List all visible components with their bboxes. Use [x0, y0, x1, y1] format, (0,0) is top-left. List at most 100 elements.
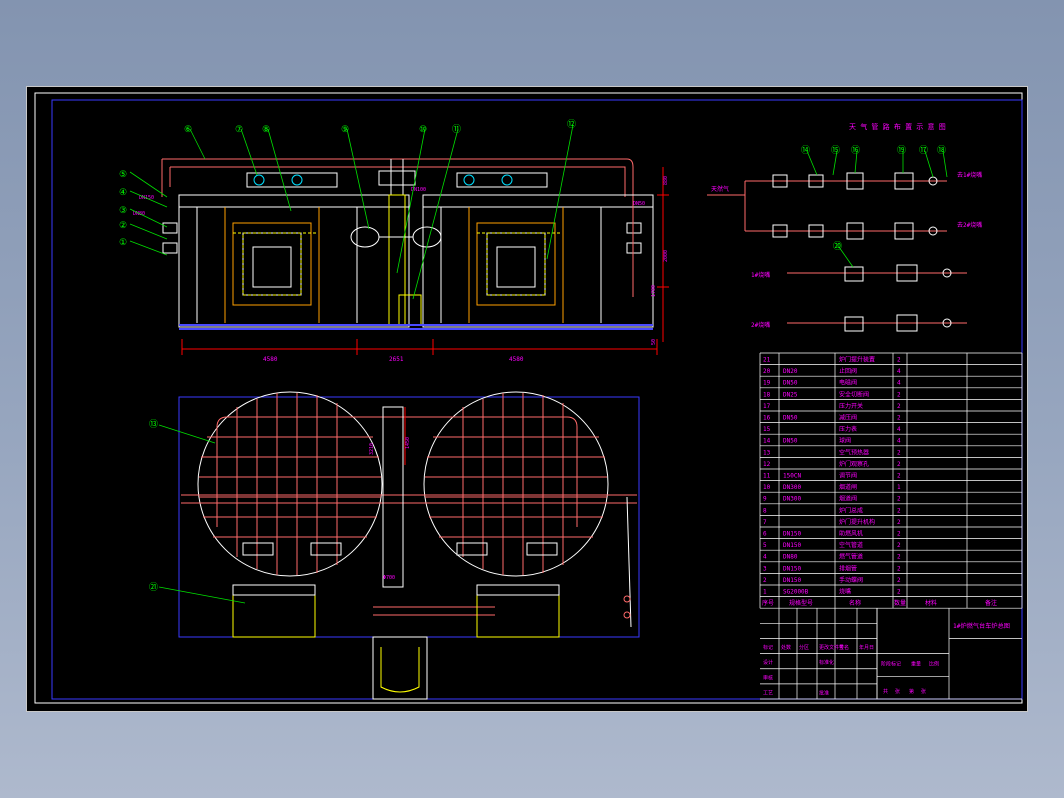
bom-cell-name: 烟道闸 [839, 483, 857, 491]
bom-cell-qty: 2 [897, 589, 901, 596]
callout-8: ⑧ [262, 125, 270, 135]
callout-7: ⑦ [235, 125, 243, 135]
callout-12: ⑫ [567, 119, 576, 130]
bom-header-no: 序号 [762, 599, 774, 607]
bom-cell-qty: 2 [897, 461, 901, 468]
gas-schematic [707, 172, 967, 332]
bom-cell-name: 压力表 [839, 425, 857, 433]
bom-cell-qty: 4 [897, 438, 901, 445]
bom-cell-spec: DN300 [783, 484, 801, 491]
bom-cell-qty: 4 [897, 426, 901, 433]
bom-cell-name: 助燃风机 [839, 530, 863, 538]
bom-cell-name: 止回阀 [839, 367, 857, 375]
callout-13: ⑬ [149, 419, 158, 430]
dim-height-base: 50 [651, 339, 657, 345]
bom-cell-qty: 2 [897, 507, 901, 514]
bom-cell-no: 12 [763, 461, 771, 468]
label-natural-gas: 天然气 [711, 185, 729, 193]
callout-4: ④ [119, 188, 127, 198]
bom-cell-name: 排烟管 [839, 564, 857, 572]
bom-header-qty: 数量 [894, 599, 906, 607]
bom-cell-spec: DN50 [783, 415, 798, 422]
bom-cell-qty: 2 [897, 449, 901, 456]
bom-cell-no: 11 [763, 473, 771, 480]
bom-header-name: 名称 [849, 599, 861, 607]
elevation-callouts: ⑥ ⑦ ⑧ ⑨ ⑩ ⑪ ⑫ ⑤ ④ ③ ② ① [119, 119, 576, 248]
bom-cell-spec: DN80 [783, 554, 798, 561]
callout-21: ㉑ [149, 582, 158, 593]
bom-cell-no: 18 [763, 391, 771, 398]
bom-cell-qty: 2 [897, 554, 901, 561]
bom-cell-name: 炉门观察孔 [839, 460, 869, 468]
bom-cell-name: 减压阀 [839, 414, 857, 422]
callout-19: ⑲ [897, 145, 906, 156]
tb-label-stage: 阶段标记 [881, 661, 901, 668]
bom-cell-qty: 2 [897, 519, 901, 526]
bom-cell-qty: 2 [897, 565, 901, 572]
tb-label-design: 设计 [763, 659, 773, 666]
bom-cell-qty: 2 [897, 403, 901, 410]
schematic-title: 天 气 管 路 布 置 示 意 图 [849, 122, 946, 131]
dim-plan-1: 1450 [405, 437, 411, 449]
bom-cell-name: 燃气管道 [839, 553, 863, 561]
bom-cell-no: 2 [763, 577, 767, 584]
callout-10: ⑩ [419, 125, 427, 135]
tb-label-mark: 标记 [763, 644, 773, 651]
bom-cell-qty: 1 [897, 484, 901, 491]
bom-cell-qty: 2 [897, 542, 901, 549]
bom-cell-name: 安全切断阀 [839, 390, 869, 398]
plan-leaders [158, 424, 246, 604]
bom-cell-no: 4 [763, 554, 767, 561]
bom-cell-qty: 2 [897, 531, 901, 538]
elevation-leaders [129, 124, 574, 300]
bom-cell-no: 15 [763, 426, 771, 433]
bom-cell-no: 5 [763, 542, 767, 549]
callout-2: ② [119, 221, 127, 231]
bom-cell-no: 13 [763, 449, 771, 456]
dim-width-mid: 2651 [389, 356, 404, 363]
tb-label-scale: 比例 [929, 661, 939, 668]
bom-cell-spec: DN20 [783, 368, 798, 375]
bom-cell-spec: DN300 [783, 496, 801, 503]
callout-15: ⑮ [831, 145, 840, 156]
tb-label-standard: 标准化 [819, 659, 834, 666]
dim-width-left: 4580 [263, 356, 278, 363]
drawing-sheet: 4580 2651 4580 880 2000 1700 50 DN150 DN… [26, 86, 1028, 712]
bom-cell-spec: DN50 [783, 438, 798, 445]
tb-label-approve: 批准 [819, 689, 829, 696]
bom-cell-qty: 4 [897, 368, 901, 375]
bom-cell-no: 16 [763, 415, 771, 422]
callout-16: ⑯ [851, 145, 860, 156]
callout-17: ⑰ [919, 145, 928, 156]
bom-cell-name: 调节阀 [839, 472, 857, 480]
bom-cell-no: 20 [763, 368, 771, 375]
bom-cell-spec: DN25 [783, 391, 798, 398]
bom-cell-no: 14 [763, 438, 771, 445]
bom-cell-name: 烧嘴 [839, 588, 851, 596]
bom-cell-spec: DN50 [783, 380, 798, 387]
tb-label-sign: 签名 [839, 644, 849, 651]
callout-5: ⑤ [119, 170, 127, 180]
tb-label-sheets-2: 张 [921, 688, 926, 695]
bom-header-material: 材料 [925, 599, 937, 607]
bom-cell-spec: DN150 [783, 577, 801, 584]
bom-cell-spec: 150CN [783, 473, 801, 480]
bom-cell-no: 10 [763, 484, 771, 491]
bom-cell-spec: DN150 [783, 531, 801, 538]
bom-cell-name: 空气预热器 [839, 448, 869, 456]
bom-cell-qty: 2 [897, 415, 901, 422]
tb-label-review: 审核 [763, 674, 773, 681]
tb-label-sheets: 张 [895, 688, 900, 695]
bom-header-spec: 规格型号 [789, 599, 813, 607]
drawing-title: 1#炉燃气台车炉总图 [953, 622, 1010, 630]
bom-cell-name: 压力开关 [839, 402, 863, 410]
bom-cell-spec: DN150 [783, 542, 801, 549]
bom-cell-name: 炉门总成 [839, 506, 863, 514]
dim-height-low: 1700 [651, 285, 657, 297]
dim-pipe-2: DN80 [133, 211, 145, 217]
cad-drawing: 4580 2651 4580 880 2000 1700 50 DN150 DN… [34, 92, 1023, 704]
bom-cell-name: 电磁阀 [839, 379, 857, 387]
callout-3: ③ [119, 206, 127, 216]
bom-cell-qty: 2 [897, 473, 901, 480]
bom-cell-spec: SG2000B [783, 589, 809, 596]
